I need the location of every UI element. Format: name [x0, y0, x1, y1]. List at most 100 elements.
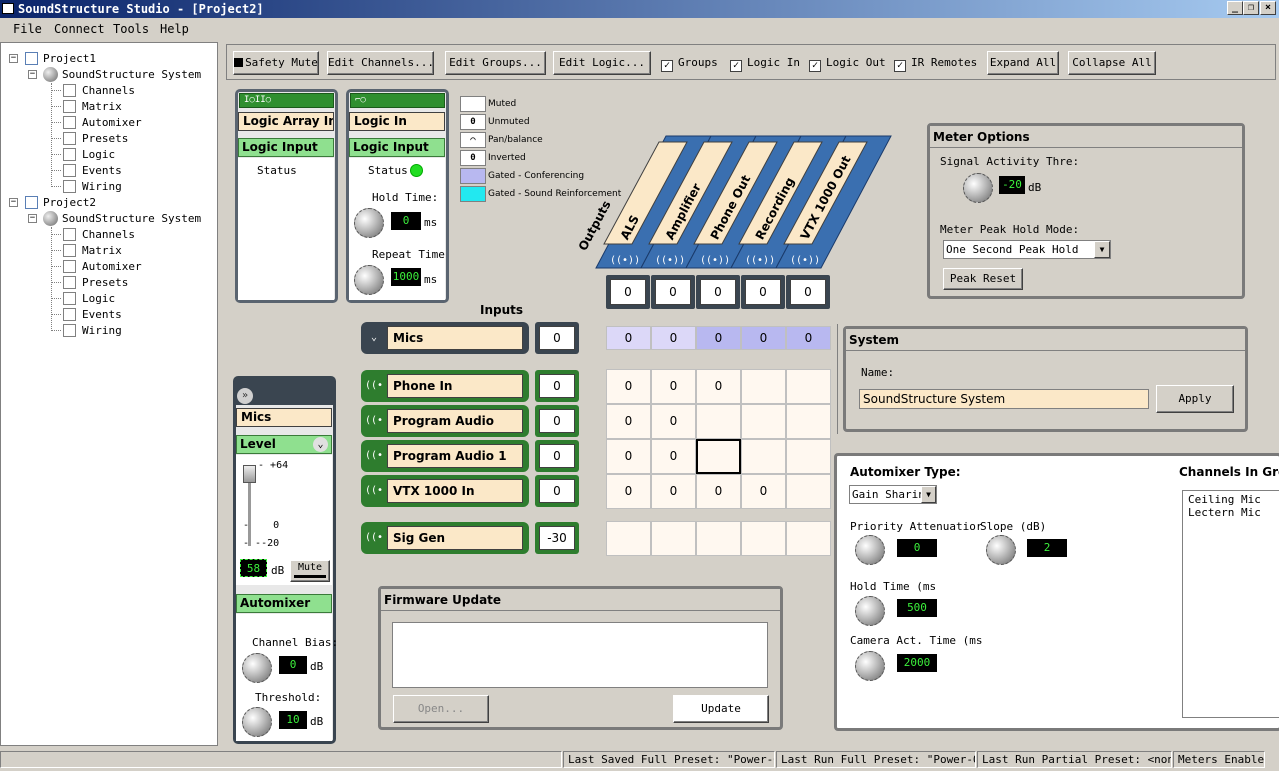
- channels-in-group-list[interactable]: Ceiling Mic Lectern Mic: [1182, 490, 1279, 718]
- matrix-cell[interactable]: 0: [651, 404, 696, 439]
- logic-array-name[interactable]: Logic Array In: [238, 112, 334, 131]
- matrix-cell[interactable]: 0: [696, 369, 741, 404]
- edit-channels-button[interactable]: Edit Channels...: [327, 51, 434, 75]
- restore-button[interactable]: ❐: [1243, 1, 1259, 15]
- output-gain[interactable]: 0: [741, 275, 785, 309]
- input-gain[interactable]: 0: [535, 440, 579, 472]
- input-row[interactable]: ⌄ Mics: [361, 322, 529, 354]
- signal-activity-value[interactable]: -20: [999, 176, 1025, 194]
- tree-item[interactable]: Matrix: [82, 99, 122, 114]
- input-row[interactable]: ((• Program Audio 1: [361, 440, 529, 472]
- output-gain[interactable]: 0: [651, 275, 695, 309]
- input-row[interactable]: ((• Sig Gen: [361, 522, 529, 554]
- input-gain[interactable]: -30: [535, 522, 579, 554]
- matrix-cell[interactable]: [651, 521, 696, 556]
- peak-reset-button[interactable]: Peak Reset: [943, 268, 1023, 290]
- input-gain[interactable]: 0: [535, 322, 579, 354]
- level-slider-thumb[interactable]: [243, 465, 256, 483]
- list-item[interactable]: Lectern Mic: [1188, 506, 1261, 519]
- automixer-type-select[interactable]: Gain Sharin ▼: [849, 485, 937, 504]
- tree-item[interactable]: Automixer: [82, 115, 142, 130]
- repeat-time-value[interactable]: 1000: [391, 268, 421, 286]
- matrix-cell[interactable]: 0: [651, 326, 696, 350]
- mute-button[interactable]: Mute: [290, 560, 330, 582]
- hold-time-knob[interactable]: [354, 208, 384, 238]
- tree-item[interactable]: Events: [82, 163, 122, 178]
- minimize-button[interactable]: _: [1227, 1, 1243, 15]
- logic-out-checkbox[interactable]: ✓ Logic Out: [809, 56, 886, 72]
- tree-item[interactable]: Channels: [82, 227, 135, 242]
- matrix-cell[interactable]: 0: [696, 326, 741, 350]
- camera-time-value[interactable]: 2000: [897, 654, 937, 672]
- input-gain[interactable]: 0: [535, 370, 579, 402]
- matrix-cell[interactable]: [741, 439, 786, 474]
- expand-strip-icon[interactable]: »: [237, 388, 253, 404]
- tree-system[interactable]: SoundStructure System: [62, 211, 201, 226]
- matrix-cell[interactable]: [786, 369, 831, 404]
- collapse-all-button[interactable]: Collapse All: [1068, 51, 1156, 75]
- input-gain[interactable]: 0: [535, 405, 579, 437]
- peak-hold-mode-select[interactable]: One Second Peak Hold ▼: [943, 240, 1111, 259]
- matrix-cell[interactable]: [696, 439, 741, 474]
- open-button[interactable]: Open...: [393, 695, 489, 723]
- strip-channel-name[interactable]: Mics: [236, 408, 332, 427]
- output-gain[interactable]: 0: [696, 275, 740, 309]
- matrix-cell[interactable]: 0: [606, 439, 651, 474]
- threshold-knob[interactable]: [242, 707, 272, 737]
- menu-file[interactable]: File: [13, 22, 42, 36]
- threshold-value[interactable]: 10: [279, 711, 307, 729]
- channel-bias-knob[interactable]: [242, 653, 272, 683]
- matrix-cell[interactable]: 0: [741, 474, 786, 509]
- output-gain[interactable]: 0: [786, 275, 830, 309]
- collapse-level-icon[interactable]: ⌄: [313, 437, 328, 452]
- priority-knob[interactable]: [855, 535, 885, 565]
- matrix-cell[interactable]: [741, 404, 786, 439]
- input-row[interactable]: ((• Program Audio: [361, 405, 529, 437]
- menu-help[interactable]: Help: [160, 22, 189, 36]
- close-button[interactable]: ×: [1260, 1, 1276, 15]
- matrix-cell[interactable]: 0: [606, 404, 651, 439]
- tree-collapse-icon[interactable]: −: [28, 70, 37, 79]
- priority-value[interactable]: 0: [897, 539, 937, 557]
- tree-collapse-icon[interactable]: −: [9, 54, 18, 63]
- tree-item[interactable]: Wiring: [82, 323, 122, 338]
- matrix-cell[interactable]: 0: [651, 369, 696, 404]
- matrix-cell[interactable]: 0: [741, 326, 786, 350]
- edit-logic-button[interactable]: Edit Logic...: [553, 51, 651, 75]
- edit-groups-button[interactable]: Edit Groups...: [445, 51, 546, 75]
- input-row[interactable]: ((• Phone In: [361, 370, 529, 402]
- matrix-cell[interactable]: 0: [696, 474, 741, 509]
- apply-button[interactable]: Apply: [1156, 385, 1234, 413]
- tree-collapse-icon[interactable]: −: [28, 214, 37, 223]
- matrix-cell[interactable]: 0: [651, 474, 696, 509]
- expand-all-button[interactable]: Expand All: [987, 51, 1059, 75]
- matrix-cell[interactable]: [741, 521, 786, 556]
- signal-activity-knob[interactable]: [963, 173, 993, 203]
- tree-item[interactable]: Logic: [82, 147, 115, 162]
- tree-item[interactable]: Matrix: [82, 243, 122, 258]
- automixer-hold-value[interactable]: 500: [897, 599, 937, 617]
- safety-mute-button[interactable]: Safety Mute: [233, 51, 319, 75]
- ir-remotes-checkbox[interactable]: ✓ IR Remotes: [894, 56, 977, 72]
- update-button[interactable]: Update: [673, 695, 769, 723]
- menu-tools[interactable]: Tools: [113, 22, 149, 36]
- tree-project-1[interactable]: Project1: [43, 51, 96, 66]
- tree-item[interactable]: Events: [82, 307, 122, 322]
- tree-item[interactable]: Logic: [82, 291, 115, 306]
- matrix-cell[interactable]: 0: [606, 369, 651, 404]
- matrix-cell[interactable]: 0: [606, 326, 651, 350]
- matrix-cell[interactable]: [786, 439, 831, 474]
- matrix-cell[interactable]: [741, 369, 786, 404]
- logic-in-checkbox[interactable]: ✓ Logic In: [730, 56, 800, 72]
- tree-system[interactable]: SoundStructure System: [62, 67, 201, 82]
- matrix-cell[interactable]: [786, 474, 831, 509]
- tree-item[interactable]: Presets: [82, 275, 128, 290]
- camera-time-knob[interactable]: [855, 651, 885, 681]
- tree-item[interactable]: Wiring: [82, 179, 122, 194]
- chevron-down-icon[interactable]: ▼: [1094, 241, 1110, 258]
- menu-connect[interactable]: Connect: [54, 22, 105, 36]
- list-item[interactable]: Ceiling Mic: [1188, 493, 1261, 506]
- tree-project-2[interactable]: Project2: [43, 195, 96, 210]
- tree-item[interactable]: Automixer: [82, 259, 142, 274]
- input-gain[interactable]: 0: [535, 475, 579, 507]
